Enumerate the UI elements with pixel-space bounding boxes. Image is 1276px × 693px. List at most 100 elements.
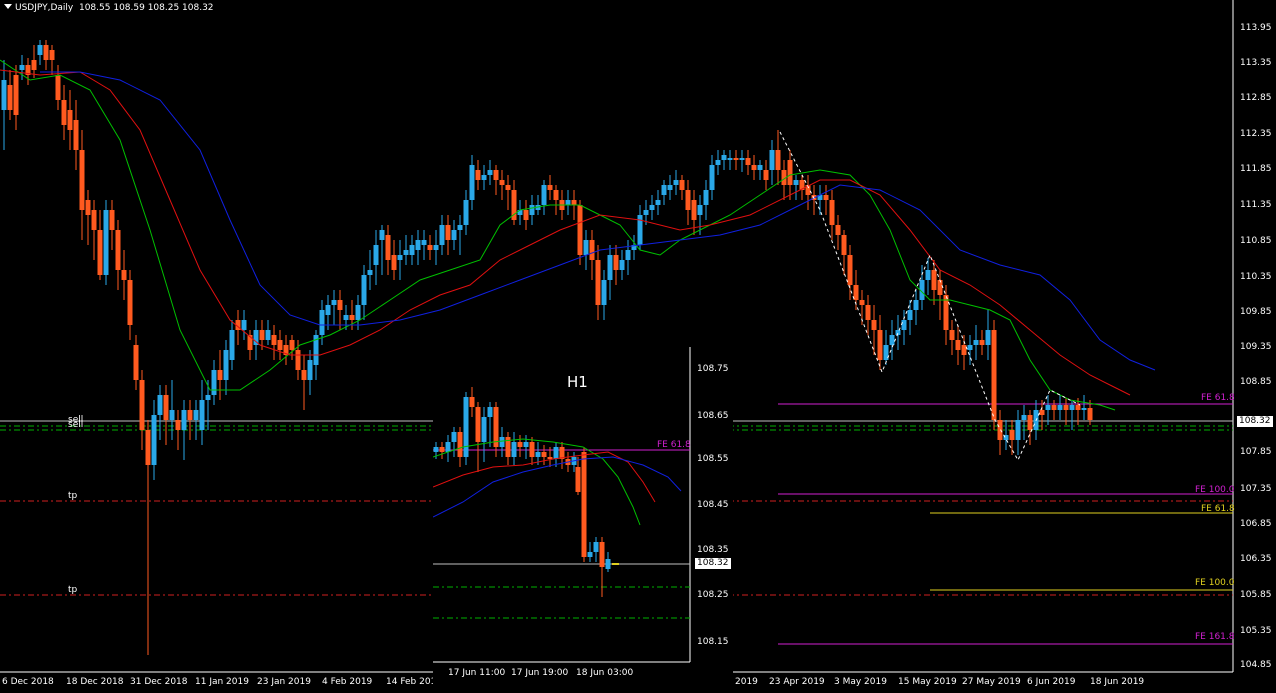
bear-candle (811, 185, 817, 215)
h1-time-tick-label: 17 Jun 19:00 (511, 668, 569, 678)
dropdown-triangle-icon[interactable] (4, 4, 12, 9)
bull-candle (481, 165, 487, 190)
bull-candle (181, 400, 187, 460)
fe-100-label: FE 100.0 (1195, 485, 1235, 495)
bull-candle (973, 325, 979, 360)
bull-candle (739, 150, 745, 172)
bull-candle (883, 330, 889, 365)
h1-fe-label: FE 61.8 (657, 440, 691, 450)
bear-candle (61, 85, 67, 140)
h1-title: H1 (567, 373, 588, 391)
bull-candle (229, 320, 235, 370)
time-tick-label: 18 Dec 2018 (66, 677, 124, 687)
bear-candle (943, 285, 949, 345)
bull-candle (199, 380, 205, 445)
price-tick-label: 106.85 (1240, 519, 1272, 529)
bull-candle (373, 230, 379, 285)
price-tick-label: 110.85 (1240, 236, 1272, 246)
bull-candle (397, 240, 403, 280)
h1-price-tick-label: 108.45 (697, 500, 729, 510)
bear-candle (115, 220, 121, 290)
bull-candle (331, 290, 337, 325)
bear-candle (49, 45, 55, 75)
time-tick-label: 11 Jan 2019 (195, 677, 249, 687)
bear-candle (997, 410, 1003, 455)
bear-candle (937, 270, 943, 320)
bear-candle (991, 320, 997, 430)
bear-candle (589, 230, 595, 280)
bear-candle (511, 180, 517, 225)
bear-candle (13, 65, 19, 130)
h1-inset-chart[interactable]: H1 108.75 108.65 108.55 108.45 108.35 108.25 1… (433, 347, 733, 693)
bull-candle (757, 160, 763, 180)
h1-bull-candle (523, 435, 529, 459)
bull-candle (715, 150, 721, 175)
time-tick-label: 3 May 2019 (834, 677, 887, 687)
bear-candle (163, 385, 169, 445)
bull-candle (967, 335, 973, 365)
bull-candle (637, 205, 643, 250)
h1-bear-candle (505, 432, 511, 465)
bull-candle (919, 265, 925, 310)
bear-candle (109, 200, 115, 250)
bull-candle (649, 195, 655, 220)
time-tick-label: 31 Dec 2018 (130, 677, 188, 687)
price-tick-label: 111.85 (1240, 164, 1272, 174)
bear-candle (301, 355, 307, 410)
h1-bull-candle (499, 427, 505, 457)
bear-candle (139, 370, 145, 450)
bull-candle (655, 190, 661, 215)
h1-price-tick-label: 108.35 (697, 545, 729, 555)
time-tick-label: 23 Apr 2019 (769, 677, 825, 687)
bull-candle (1, 60, 7, 150)
bull-candle (103, 200, 109, 285)
bear-candle (295, 340, 301, 380)
h1-price-tick-label: 108.65 (697, 411, 729, 421)
bull-candle (469, 155, 475, 210)
bull-candle (193, 400, 199, 440)
bull-candle (793, 175, 799, 200)
bear-candle (97, 210, 103, 280)
fe-61-8-label: FE 61.8 (1201, 393, 1235, 403)
price-tick-label: 105.85 (1240, 590, 1272, 600)
h1-bull-candle (605, 552, 611, 572)
bear-candle (127, 270, 133, 340)
bear-candle (391, 240, 397, 280)
bull-candle (661, 180, 667, 205)
symbol-timeframe: USDJPY,Daily (15, 3, 74, 13)
bull-candle (541, 180, 547, 215)
bull-candle (631, 235, 637, 260)
price-tick-label: 113.35 (1240, 58, 1272, 68)
bull-candle (901, 310, 907, 345)
time-tick-label: 2019 (735, 677, 758, 687)
bull-candle (265, 320, 271, 345)
h1-bear-candle (581, 447, 587, 562)
h1-bear-candle (517, 435, 523, 457)
time-tick-label: 6 Dec 2018 (2, 677, 54, 687)
bull-candle (439, 215, 445, 255)
h1-bull-candle (463, 392, 469, 465)
bear-candle (91, 200, 97, 260)
bull-candle (625, 240, 631, 275)
bear-candle (337, 290, 343, 330)
bull-candle (487, 160, 493, 185)
ohlc-values: 108.55 108.59 108.25 108.32 (78, 3, 214, 13)
bear-candle (7, 70, 13, 120)
bear-candle (979, 330, 985, 355)
time-tick-label: 18 Jun 2019 (1090, 677, 1145, 687)
price-tick-label: 107.85 (1240, 447, 1272, 457)
bull-candle (37, 40, 43, 65)
bear-candle (685, 180, 691, 225)
bull-candle (307, 350, 313, 395)
bear-candle (577, 200, 583, 265)
bear-candle (823, 185, 829, 215)
fe-161-8-label: FE 161.8 (1195, 632, 1235, 642)
h1-bull-candle (553, 442, 559, 467)
bull-candle (583, 230, 589, 270)
price-tick-label: 109.35 (1240, 342, 1272, 352)
h1-bear-candle (559, 442, 565, 469)
bear-candle (877, 315, 883, 370)
bull-candle (703, 180, 709, 220)
bear-candle (121, 250, 127, 300)
bear-candle (523, 200, 529, 230)
